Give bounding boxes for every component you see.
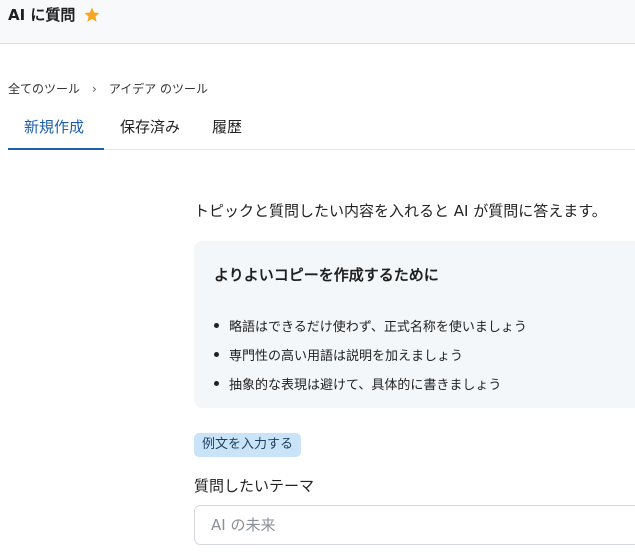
theme-input[interactable] xyxy=(194,505,635,545)
tab-saved[interactable]: 保存済み xyxy=(104,108,196,150)
breadcrumb-separator: › xyxy=(92,81,97,96)
star-icon[interactable] xyxy=(83,6,101,24)
breadcrumb-item-all-tools[interactable]: 全てのツール xyxy=(8,80,80,97)
bullet-icon xyxy=(214,323,219,328)
theme-field-label: 質問したいテーマ xyxy=(194,477,315,495)
breadcrumb: 全てのツール › アイデア のツール xyxy=(8,80,208,97)
header: AI に質問 xyxy=(0,0,635,44)
tab-new[interactable]: 新規作成 xyxy=(8,108,104,150)
title-row: AI に質問 xyxy=(8,4,101,25)
tip-text: 略語はできるだけ使わず、正式名称を使いましょう xyxy=(229,320,527,335)
page-title: AI に質問 xyxy=(8,6,76,24)
tips-box: よりよいコピーを作成するために 略語はできるだけ使わず、正式名称を使いましょう … xyxy=(194,241,635,408)
tips-title: よりよいコピーを作成するために xyxy=(214,266,439,284)
list-item: 略語はできるだけ使わず、正式名称を使いましょう xyxy=(214,311,527,340)
bullet-icon xyxy=(214,352,219,357)
tool-description: トピックと質問したい内容を入れると AI が質問に答えます。 xyxy=(194,202,607,220)
tips-list: 略語はできるだけ使わず、正式名称を使いましょう 専門性の高い用語は説明を加えまし… xyxy=(214,311,527,398)
insert-example-button[interactable]: 例文を入力する xyxy=(194,433,302,457)
tip-text: 専門性の高い用語は説明を加えましょう xyxy=(229,349,464,364)
list-item: 抽象的な表現は避けて、具体的に書きましょう xyxy=(214,369,527,398)
tab-history[interactable]: 履歴 xyxy=(196,108,258,150)
tip-text: 抽象的な表現は避けて、具体的に書きましょう xyxy=(229,378,502,393)
tab-bar: 新規作成 保存済み 履歴 xyxy=(8,108,635,150)
breadcrumb-item-idea-tools[interactable]: アイデア のツール xyxy=(109,80,208,97)
app-window: AI に質問 全てのツール › アイデア のツール 新規作成 保存済み 履歴 ト… xyxy=(0,0,635,552)
bullet-icon xyxy=(214,381,219,386)
list-item: 専門性の高い用語は説明を加えましょう xyxy=(214,340,527,369)
